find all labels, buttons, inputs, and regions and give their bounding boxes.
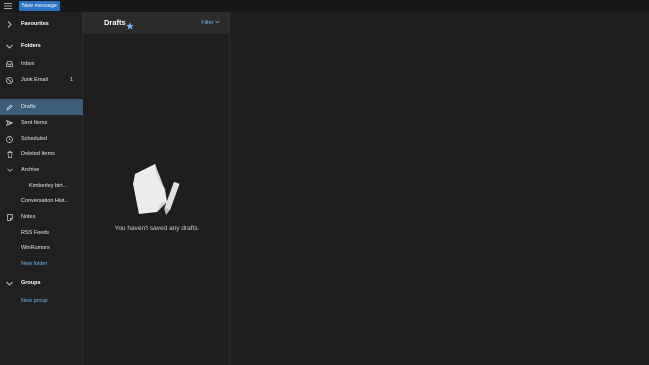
trash-icon [5,146,14,162]
sidebar-item-label: Archive [21,167,40,173]
sidebar-item-label: Kimberley birt... [29,183,68,189]
folders-label: Folders [21,43,41,49]
hamburger-menu-icon[interactable] [0,0,16,12]
chevron-right-icon[interactable] [5,16,14,32]
sidebar-item-kimberley[interactable]: Kimberley birt... [0,178,83,194]
sidebar-item-label: Deleted Items [21,151,55,157]
paper-pencil-icon [133,163,180,215]
sidebar-item-label: WinRumors [21,245,50,251]
note-icon [5,209,14,225]
star-icon[interactable] [126,17,134,35]
message-list-pane: Drafts Filter You haven't saved any draf… [83,12,230,365]
sidebar-item-winrumors[interactable]: WinRumors [0,240,83,256]
groups-label: Groups [21,280,41,286]
new-folder-label: New folder [21,261,48,267]
new-message-button[interactable]: New message [19,1,60,11]
new-folder-link[interactable]: New folder [0,256,83,272]
sidebar-item-deleted-items[interactable]: Deleted Items [0,146,83,162]
chevron-down-icon[interactable] [5,38,14,54]
chevron-down-icon [215,20,220,24]
clock-icon [5,131,14,147]
sidebar-item-junk-email[interactable]: Junk Email 1 [0,72,83,88]
send-icon [5,115,14,131]
filter-button[interactable]: Filter [201,20,220,26]
empty-drafts-illustration [131,162,183,225]
reading-pane [230,12,649,365]
groups-header[interactable]: Groups [0,275,83,291]
sidebar-item-sent-items[interactable]: Sent Items [0,115,83,131]
new-group-label: New group [21,298,48,304]
pencil-icon [5,99,14,115]
favourites-header[interactable]: Favourites [0,16,83,32]
list-header: Drafts Filter [83,12,229,34]
favourites-label: Favourites [21,21,49,27]
inbox-icon [5,56,14,72]
sidebar-item-label: Sent Items [21,120,48,126]
sidebar-item-label: Conversation Hist... [21,198,69,204]
sidebar-item-label: Drafts [21,104,36,110]
page-title: Drafts [104,18,126,27]
sidebar-item-drafts[interactable]: Drafts [0,99,83,115]
folders-header[interactable]: Folders [0,38,83,54]
sidebar-item-label: Scheduled [21,136,47,142]
sidebar-item-label: Notes [21,214,36,220]
chevron-down-icon[interactable] [5,275,14,291]
sidebar-item-conversation-history[interactable]: Conversation Hist... [0,193,83,209]
empty-state-message: You haven't saved any drafts. [114,225,200,232]
chevron-down-icon[interactable] [5,162,14,178]
sidebar-item-label: Junk Email [21,77,48,83]
junk-icon [5,72,14,88]
new-group-link[interactable]: New group [0,293,83,309]
sidebar-item-inbox[interactable]: Inbox [0,56,83,72]
folder-sidebar: Favourites Folders Inbox Junk Email 1 Dr… [0,12,83,365]
sidebar-item-label: RSS Feeds [21,230,50,236]
sidebar-item-rss-feeds[interactable]: RSS Feeds [0,225,83,241]
unread-count-badge: 1 [69,77,73,83]
sidebar-item-label: Inbox [21,61,35,67]
filter-label: Filter [201,20,214,26]
sidebar-item-scheduled[interactable]: Scheduled [0,131,83,147]
sidebar-item-notes[interactable]: Notes [0,209,83,225]
title-bar: New message [0,0,649,12]
sidebar-item-archive[interactable]: Archive [0,162,83,178]
